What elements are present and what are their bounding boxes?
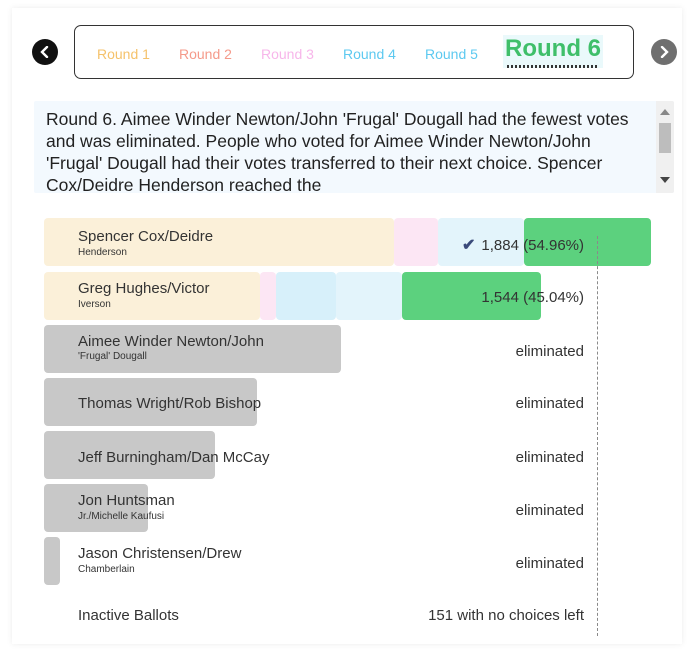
candidate-row-jason-christensen: Jason Christensen/Drew Chamberlain elimi… xyxy=(0,537,692,587)
bar-seg-round3 xyxy=(260,272,276,320)
narrative-scrollbar[interactable] xyxy=(656,101,674,193)
candidate-name: Jeff Burningham/Dan McCay xyxy=(78,449,270,466)
candidate-name: Aimee Winder Newton/John xyxy=(78,333,264,350)
chevron-right-icon xyxy=(660,46,669,58)
round-narrative: Round 6. Aimee Winder Newton/John 'Fruga… xyxy=(34,101,674,193)
candidate-name: Spencer Cox/Deidre xyxy=(78,228,214,245)
candidate-row-spencer-cox: Spencer Cox/Deidre Henderson ✔ 1,884 (54.… xyxy=(0,218,692,268)
candidate-name: Greg Hughes/Victor xyxy=(78,280,210,297)
candidate-result: ✔ 1,884 (54.96%) xyxy=(462,235,584,255)
candidate-result: eliminated xyxy=(515,502,584,519)
next-round-button[interactable] xyxy=(651,39,677,65)
candidate-name: Jon Huntsman xyxy=(78,492,175,509)
candidate-result: eliminated xyxy=(515,395,584,412)
candidate-name: Jason Christensen/Drew xyxy=(78,545,242,562)
inactive-ballots-result: 151 with no choices left xyxy=(428,607,584,624)
candidate-name-sub: Henderson xyxy=(78,247,127,258)
tab-round-5[interactable]: Round 5 xyxy=(425,46,478,62)
candidate-name-sub: Chamberlain xyxy=(78,564,135,575)
tab-round-4[interactable]: Round 4 xyxy=(343,46,396,62)
scroll-thumb[interactable] xyxy=(659,123,671,153)
winner-check-icon: ✔ xyxy=(462,237,476,254)
tab-round-2[interactable]: Round 2 xyxy=(179,46,232,62)
bar-eliminated xyxy=(44,537,60,585)
candidate-name-sub: 'Frugal' Dougall xyxy=(78,351,147,362)
candidate-row-jon-huntsman: Jon Huntsman Jr./Michelle Kaufusi elimin… xyxy=(0,484,692,534)
tab-round-1[interactable]: Round 1 xyxy=(97,46,150,62)
round-selector: Round 1 Round 2 Round 3 Round 4 Round 5 … xyxy=(74,25,634,79)
active-round-underline xyxy=(507,65,599,68)
candidate-result: 1,544 (45.04%) xyxy=(481,289,584,306)
tab-round-3[interactable]: Round 3 xyxy=(261,46,314,62)
candidate-name: Thomas Wright/Rob Bishop xyxy=(78,395,262,412)
tab-round-6-label: Round 6 xyxy=(505,35,601,62)
inactive-ballots-label: Inactive Ballots xyxy=(78,607,179,624)
candidate-name-sub: Iverson xyxy=(78,299,111,310)
candidate-result-text: 1,884 (54.96%) xyxy=(481,237,584,254)
candidate-row-aimee-winder-newton: Aimee Winder Newton/John 'Frugal' Dougal… xyxy=(0,325,692,375)
candidate-row-thomas-wright: Thomas Wright/Rob Bishop eliminated xyxy=(0,378,692,428)
previous-round-button[interactable] xyxy=(32,39,58,65)
inactive-ballots-row: Inactive Ballots 151 with no choices lef… xyxy=(0,590,692,640)
majority-threshold-line xyxy=(597,236,598,636)
candidate-row-greg-hughes: Greg Hughes/Victor Iverson 1,544 (45.04%… xyxy=(0,272,692,322)
tab-round-6[interactable]: Round 6 xyxy=(503,35,603,68)
scroll-down-arrow-icon[interactable] xyxy=(660,177,670,183)
candidate-row-jeff-burningham: Jeff Burningham/Dan McCay eliminated xyxy=(0,431,692,481)
candidate-result: eliminated xyxy=(515,449,584,466)
candidate-result: eliminated xyxy=(515,555,584,572)
candidate-name-sub: Jr./Michelle Kaufusi xyxy=(78,511,165,522)
scroll-up-arrow-icon[interactable] xyxy=(660,109,670,115)
bar-seg-round3 xyxy=(394,218,438,266)
bar-seg-round4 xyxy=(276,272,336,320)
candidate-result: eliminated xyxy=(515,343,584,360)
bar-seg-round5 xyxy=(336,272,402,320)
round-narrative-text: Round 6. Aimee Winder Newton/John 'Fruga… xyxy=(46,109,629,193)
chevron-left-icon xyxy=(40,46,49,58)
